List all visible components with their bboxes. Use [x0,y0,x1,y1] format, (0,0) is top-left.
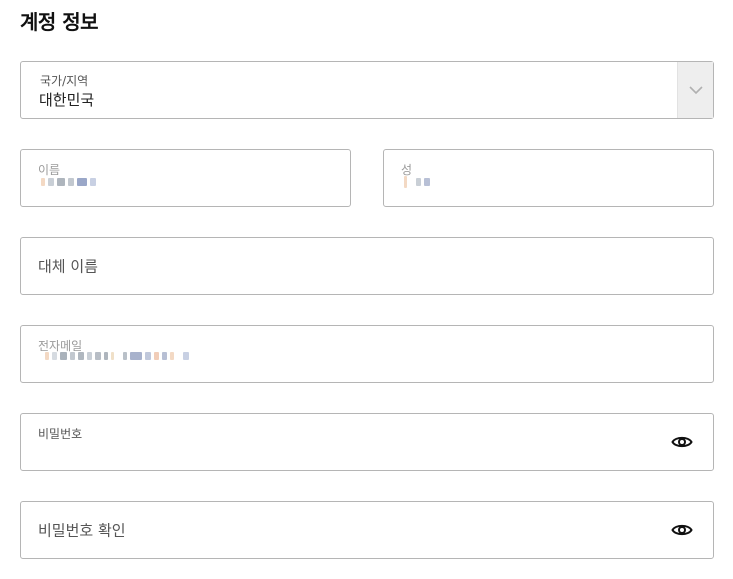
last-name-value-redacted [404,176,430,188]
email-value-redacted [45,350,189,362]
first-name-value-redacted [41,176,96,188]
eye-icon[interactable] [671,522,693,538]
country-value: 대한민국 [39,91,95,109]
password-confirm-field[interactable]: 비밀번호 확인 [20,501,714,559]
password-confirm-placeholder: 비밀번호 확인 [38,521,126,540]
alt-name-field[interactable]: 대체 이름 [20,237,714,295]
section-title: 계정 정보 [20,10,99,34]
password-field[interactable]: 비밀번호 [20,413,714,471]
last-name-field[interactable]: 성 [383,149,714,207]
dropdown-toggle[interactable] [677,62,713,118]
first-name-field[interactable]: 이름 [20,149,351,207]
country-select[interactable]: 국가/지역 대한민국 [20,61,714,119]
email-field[interactable]: 전자메일 [20,325,714,383]
country-label: 국가/지역 [40,74,89,88]
password-label: 비밀번호 [38,427,83,441]
eye-icon[interactable] [671,434,693,450]
alt-name-placeholder: 대체 이름 [38,257,98,276]
chevron-down-icon [688,85,703,94]
